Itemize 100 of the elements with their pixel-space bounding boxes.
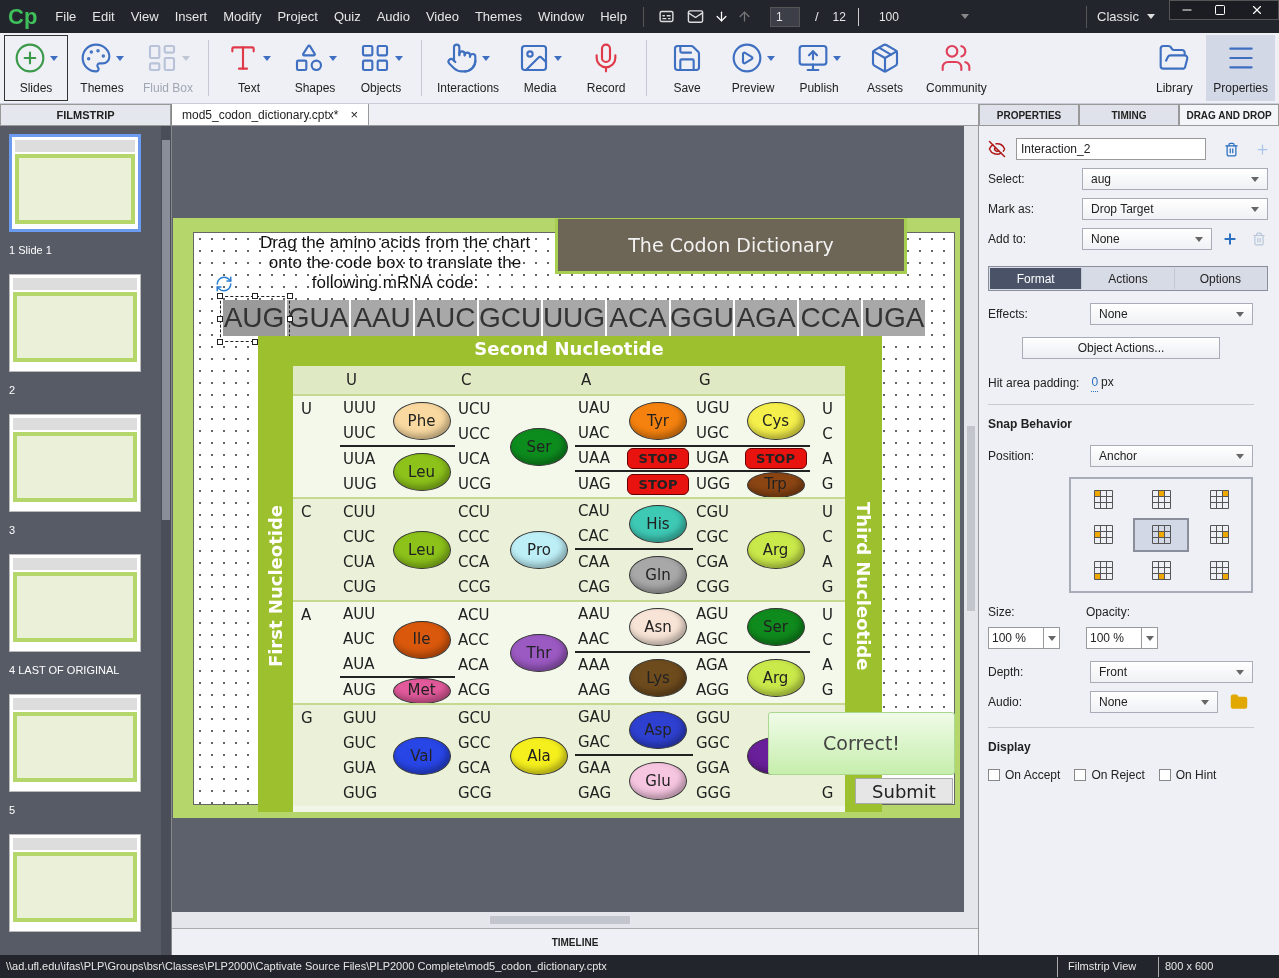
checkbox[interactable] — [1074, 769, 1087, 781]
menu-item[interactable]: File — [47, 0, 85, 33]
scrollbar[interactable] — [172, 912, 978, 928]
slide-thumbnail[interactable] — [9, 274, 141, 372]
toolbar-button[interactable]: Media — [508, 35, 573, 101]
toolbar-button[interactable]: Slides — [4, 35, 68, 101]
amino-acid-oval[interactable]: Glu — [629, 762, 687, 800]
menu-item[interactable]: Project — [269, 0, 326, 33]
codon-box[interactable]: AUC — [415, 300, 477, 336]
toolbar-button[interactable]: Community — [919, 35, 994, 101]
amino-acid-oval[interactable]: Leu — [392, 531, 451, 569]
padding-value[interactable]: 0 — [1091, 373, 1099, 392]
slide-thumbnail[interactable] — [9, 414, 141, 512]
amino-acid-oval[interactable]: Ser — [746, 608, 805, 646]
toolbar-button[interactable]: Interactions — [430, 35, 507, 101]
slide-thumbnail[interactable] — [9, 554, 141, 652]
menu-item[interactable]: Modify — [215, 0, 270, 33]
menu-item[interactable]: Quiz — [325, 0, 369, 33]
plus-icon[interactable] — [1222, 231, 1238, 247]
mail-icon[interactable] — [686, 8, 704, 25]
menu-item[interactable]: Video — [417, 0, 467, 33]
workspace-dropdown[interactable]: Classic — [1097, 6, 1155, 27]
amino-acid-oval[interactable]: Arg — [746, 659, 805, 697]
name-field[interactable]: Interaction_2 — [1016, 138, 1206, 160]
dropdown[interactable]: None — [1090, 691, 1218, 713]
amino-acid-oval[interactable]: Leu — [392, 453, 451, 491]
amino-acid-oval[interactable]: Phe — [392, 402, 451, 440]
tab-close-button[interactable]: × — [350, 104, 359, 125]
eye-slash-icon[interactable] — [988, 140, 1006, 158]
codon-box[interactable]: AAU — [351, 300, 413, 336]
toolbar-button[interactable]: Record — [574, 35, 639, 101]
toolbar-button[interactable]: Objects — [349, 35, 414, 101]
menu-item[interactable]: Insert — [166, 0, 216, 33]
scrollbar[interactable] — [161, 126, 171, 955]
amino-acid-oval[interactable]: Pro — [510, 531, 568, 569]
menu-item[interactable]: Themes — [466, 0, 530, 33]
codon-box[interactable]: GCU — [479, 300, 541, 336]
menu-item[interactable]: Audio — [368, 0, 418, 33]
combo-box[interactable]: 100 % — [988, 627, 1060, 649]
dropdown[interactable]: None — [1082, 228, 1212, 250]
menu-item[interactable]: Help — [592, 0, 635, 33]
panel-tab[interactable]: DRAG AND DROP — [1179, 104, 1279, 126]
scrollbar[interactable] — [964, 126, 978, 912]
document-tab[interactable]: mod5_codon_dictionary.cptx* × — [172, 104, 370, 125]
amino-acid-oval[interactable]: Ala — [510, 737, 568, 775]
anchor-option[interactable] — [1133, 518, 1189, 552]
slide-thumbnail[interactable] — [9, 134, 141, 232]
trash-icon[interactable] — [1224, 141, 1239, 157]
dropdown[interactable]: Drop Target — [1082, 198, 1268, 220]
zoom-dropdown[interactable]: 100 — [878, 7, 969, 26]
toolbar-button[interactable]: Assets — [853, 35, 918, 101]
toolbar-button[interactable]: Properties — [1206, 35, 1275, 101]
toolbar-button[interactable]: Themes — [70, 35, 134, 101]
amino-acid-oval[interactable]: Cys — [746, 402, 805, 440]
checkbox[interactable] — [988, 769, 1000, 781]
timeline-label[interactable]: TIMELINE — [551, 934, 599, 950]
dropdown[interactable]: aug — [1082, 168, 1268, 190]
dropdown[interactable]: None — [1090, 303, 1253, 325]
toolbar-button[interactable]: Publish — [787, 35, 852, 101]
toolbar-button[interactable]: Library — [1142, 35, 1207, 101]
toolbar-button[interactable]: Text — [217, 35, 282, 101]
codon-box[interactable]: AUG — [223, 300, 285, 336]
toolbar-button[interactable]: Save — [655, 35, 720, 101]
amino-acid-oval[interactable]: Thr — [510, 634, 568, 672]
amino-acid-oval[interactable]: Ser — [510, 428, 568, 466]
section-tab[interactable]: Actions — [1081, 268, 1174, 289]
codon-box[interactable]: ACA — [607, 300, 669, 336]
amino-acid-oval[interactable]: Gln — [629, 556, 687, 594]
dropdown[interactable]: Front — [1090, 661, 1253, 683]
codon-box[interactable]: UGA — [863, 300, 925, 336]
amino-acid-oval[interactable]: Met — [392, 677, 451, 704]
amino-acid-oval[interactable]: Ile — [392, 620, 451, 659]
captions-icon[interactable] — [657, 8, 675, 25]
codon-box[interactable]: GGU — [671, 300, 733, 336]
object-actions-button[interactable]: Object Actions... — [1022, 337, 1220, 359]
checkbox[interactable] — [1158, 769, 1171, 781]
menu-item[interactable]: Window — [529, 0, 593, 33]
panel-tab[interactable]: TIMING — [1079, 104, 1179, 126]
toolbar-button[interactable]: Preview — [721, 35, 786, 101]
slide-thumbnail[interactable] — [9, 834, 141, 932]
codon-box[interactable]: UUG — [543, 300, 605, 336]
menu-item[interactable]: Edit — [84, 0, 123, 33]
section-tab[interactable]: Format — [990, 268, 1082, 289]
amino-acid-oval[interactable]: His — [629, 505, 687, 543]
menu-item[interactable]: View — [122, 0, 167, 33]
amino-acid-oval[interactable]: Asn — [629, 608, 687, 646]
maximize-icon[interactable] — [1214, 4, 1226, 16]
slide-thumbnail[interactable] — [9, 694, 141, 792]
amino-acid-oval[interactable]: Tyr — [629, 402, 687, 440]
dropdown[interactable]: Anchor — [1090, 445, 1253, 467]
page-field[interactable]: 1 — [769, 6, 800, 27]
panel-tab[interactable]: PROPERTIES — [979, 104, 1079, 126]
toolbar-button[interactable]: Shapes — [283, 35, 348, 101]
amino-acid-oval[interactable]: Arg — [746, 531, 805, 569]
codon-box[interactable]: GUA — [287, 300, 349, 336]
submit-button[interactable]: Submit — [855, 778, 953, 804]
section-tab[interactable]: Options — [1173, 268, 1266, 289]
codon-box[interactable]: AGA — [735, 300, 797, 336]
close-icon[interactable] — [1250, 3, 1264, 17]
codon-box[interactable]: CCA — [799, 300, 861, 336]
